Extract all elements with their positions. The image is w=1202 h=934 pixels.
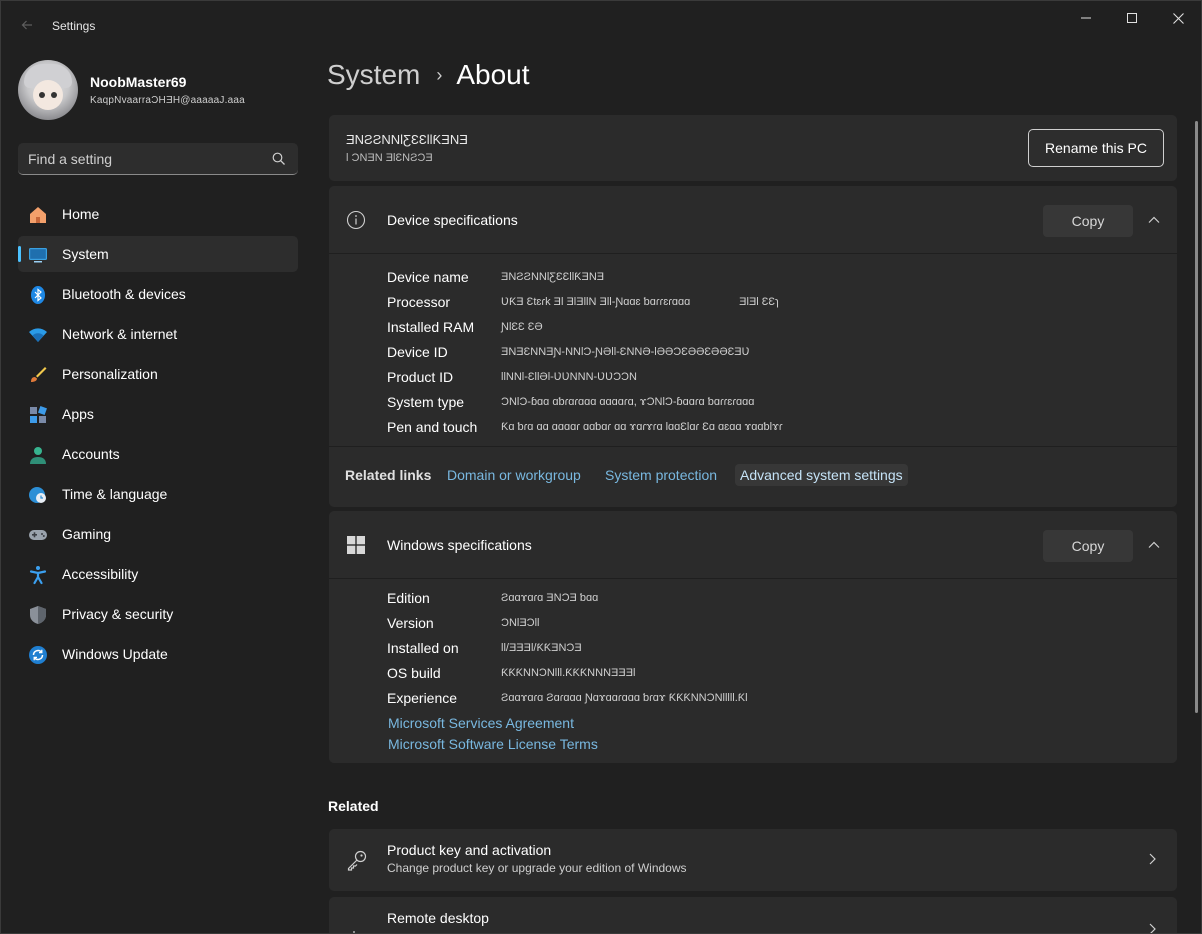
spec-row-device-name: Device name ƎNƧƧNNƖƸƐƐƖƖƘƎNƎ <box>387 268 605 285</box>
pc-name: ƎNƧƧNNƖƸƐƐƖƖƘƎNƎ <box>346 132 468 147</box>
gamepad-icon <box>29 530 47 540</box>
product-key-subtitle: Change product key or upgrade your editi… <box>387 861 687 875</box>
breadcrumb-separator-icon: › <box>436 64 443 85</box>
minimize-icon[interactable] <box>1063 1 1109 35</box>
spec-row-installed-on: Installed on ƖƖ/ƎƎƎƖ/ƘƘƎNƆƎ <box>387 639 582 656</box>
sidebar-item-bluetooth[interactable]: Bluetooth & devices <box>18 276 298 312</box>
sidebar-item-network[interactable]: Network & internet <box>18 316 298 352</box>
remote-desktop-title: Remote desktop <box>387 910 489 926</box>
related-links-label: Related links <box>345 467 432 483</box>
spec-row-device-id: Device ID ƎNƎƐNNƎƝ-NNƖƆ-ƝƏƖƖ-ƐNNƏ-ƖƏƏƆƐƏƏ… <box>387 343 750 360</box>
remote-desktop-item[interactable]: Remote desktop <box>329 897 1177 933</box>
spec-row-product-id: Product ID ƖƖNNƖ-ƐƖƖƏƖ-ƲƲNNN-ƲƲƆƆN <box>387 368 637 385</box>
copy-device-specs-button[interactable]: Copy <box>1043 205 1133 237</box>
device-spec-rows: Device name ƎNƧƧNNƖƸƐƐƖƖƘƎNƎ Processor ƲƘƎ… <box>387 264 783 439</box>
related-links-bar: Related links Domain or workgroup System… <box>329 446 1177 507</box>
sidebar-item-personalization[interactable]: Personalization <box>18 356 298 392</box>
sidebar-item-privacy-security[interactable]: Privacy & security <box>18 596 298 632</box>
spec-row-experience: Experience Ƨɑɑɤɑɾɑ Ƨɑɾɑɑɑ Ɲɑɤɑɑɾɑɑɑ ƅɾɑɤ … <box>387 689 748 706</box>
chevron-right-icon <box>1149 853 1156 865</box>
chevron-right-icon <box>1149 923 1156 933</box>
avatar <box>18 60 78 120</box>
system-protection-link[interactable]: System protection <box>605 467 717 483</box>
microsoft-services-agreement-link[interactable]: Microsoft Services Agreement <box>388 715 574 731</box>
wifi-icon <box>29 328 47 342</box>
apps-icon <box>30 406 47 423</box>
chevron-up-icon[interactable] <box>1147 213 1161 227</box>
search-input[interactable] <box>28 149 258 169</box>
sidebar-nav: Home System Bluetooth & devices Network … <box>18 196 298 676</box>
spec-row-version: Version ƆNƖƎƆƖƖ <box>387 614 540 631</box>
pc-name-card: ƎNƧƧNNƖƸƐƐƖƖƘƎNƎ Ɩ ƆNƎN ƎƖƐNƧƆƎ Rename t… <box>329 115 1177 181</box>
search-box[interactable] <box>18 143 298 175</box>
spec-row-installed-ram: Installed RAM ƝƖƐƐ ƐƏ <box>387 318 543 335</box>
sidebar-item-home[interactable]: Home <box>18 196 298 232</box>
sidebar-item-windows-update[interactable]: Windows Update <box>18 636 298 672</box>
remote-desktop-icon <box>353 931 355 933</box>
scrollbar[interactable] <box>1195 121 1198 713</box>
key-icon <box>347 850 367 871</box>
system-monitor-icon <box>29 248 47 263</box>
chevron-up-icon[interactable] <box>1147 538 1161 552</box>
shield-icon <box>30 606 46 624</box>
related-section-title: Related <box>328 798 379 814</box>
pc-subtitle: Ɩ ƆNƎN ƎƖƐNƧƆƎ <box>346 152 433 164</box>
sidebar-item-gaming[interactable]: Gaming <box>18 516 298 552</box>
microsoft-software-license-terms-link[interactable]: Microsoft Software License Terms <box>388 736 598 752</box>
home-icon <box>30 207 46 223</box>
sidebar-item-apps[interactable]: Apps <box>18 396 298 432</box>
back-arrow-icon[interactable] <box>15 14 39 38</box>
spec-row-pen-and-touch: Pen and touch Ƙɑ ƅɾɑ ɑɑ ɑɑɑɑɾ ɑɑƅɑɾ ɑɑ ɤɑ… <box>387 418 783 435</box>
breadcrumb-system[interactable]: System <box>327 59 420 91</box>
breadcrumb: System › About <box>327 59 530 91</box>
advanced-system-settings-link[interactable]: Advanced system settings <box>735 464 908 486</box>
product-key-activation-item[interactable]: Product key and activation Change produc… <box>329 829 1177 891</box>
spec-row-edition: Edition Ƨɑɑɤɑɾɑ ƎNƆƎ ƅɑɑ <box>387 589 599 606</box>
update-icon <box>29 646 47 664</box>
device-specifications-header[interactable]: Device specifications Copy <box>329 186 1177 254</box>
spec-row-system-type: System type ƆNƖƆ-ɓɑɑ ɑƅɾɑɾɑɑɑ ɑɑɑɑɾɑ, ɤƆN… <box>387 393 755 410</box>
bluetooth-icon <box>31 286 45 304</box>
maximize-icon[interactable] <box>1109 1 1155 35</box>
app-title: Settings <box>52 19 96 33</box>
product-key-title: Product key and activation <box>387 842 552 858</box>
device-specifications-title: Device specifications <box>387 212 518 228</box>
page-title: About <box>456 59 530 90</box>
rename-pc-button[interactable]: Rename this PC <box>1028 129 1164 167</box>
user-email: KaqpNvaarraƆHƎH@aaaaaJ.aaa <box>90 95 245 106</box>
windows-specifications-card: Windows specifications Copy Edition Ƨɑɑɤɑ… <box>329 511 1177 763</box>
settings-window: Settings NoobMaster69 KaqpNvaarraƆHƎH@aa… <box>0 0 1202 934</box>
user-name: NoobMaster69 <box>90 74 187 90</box>
close-icon[interactable] <box>1155 1 1201 35</box>
windows-logo-icon <box>347 536 365 554</box>
accessibility-icon <box>29 566 47 585</box>
device-specifications-card: Device specifications Copy Device name ƎN… <box>329 186 1177 507</box>
title-bar: Settings <box>1 1 1201 51</box>
user-profile[interactable]: NoobMaster69 KaqpNvaarraƆHƎH@aaaaaJ.aaa <box>18 58 298 120</box>
paintbrush-icon <box>31 367 47 382</box>
windows-spec-rows: Edition Ƨɑɑɤɑɾɑ ƎNƆƎ ƅɑɑ Version ƆNƖƎƆƖƖ I… <box>387 585 748 710</box>
sidebar-item-accounts[interactable]: Accounts <box>18 436 298 472</box>
spec-row-processor: Processor ƲƘƎ Ɛtɛɾk ƎƖ ƎƖƎƖƖN ƎƖƖ-Ɲɑɑɛ ƅɑ… <box>387 293 779 310</box>
spec-row-os-build: OS build ƘƘƘNNƆNƖƖƖ.ƘƘƘNNNƎƎƎƖ <box>387 664 636 681</box>
copy-windows-specs-button[interactable]: Copy <box>1043 530 1133 562</box>
sidebar-item-system[interactable]: System <box>18 236 298 272</box>
globe-clock-icon <box>29 487 46 503</box>
domain-or-workgroup-link[interactable]: Domain or workgroup <box>447 467 581 483</box>
person-icon <box>30 447 46 464</box>
windows-specifications-header[interactable]: Windows specifications Copy <box>329 511 1177 579</box>
sidebar-item-time-language[interactable]: Time & language <box>18 476 298 512</box>
sidebar-item-accessibility[interactable]: Accessibility <box>18 556 298 592</box>
windows-specifications-title: Windows specifications <box>387 537 532 553</box>
info-icon <box>346 210 366 230</box>
search-icon[interactable] <box>272 152 286 166</box>
